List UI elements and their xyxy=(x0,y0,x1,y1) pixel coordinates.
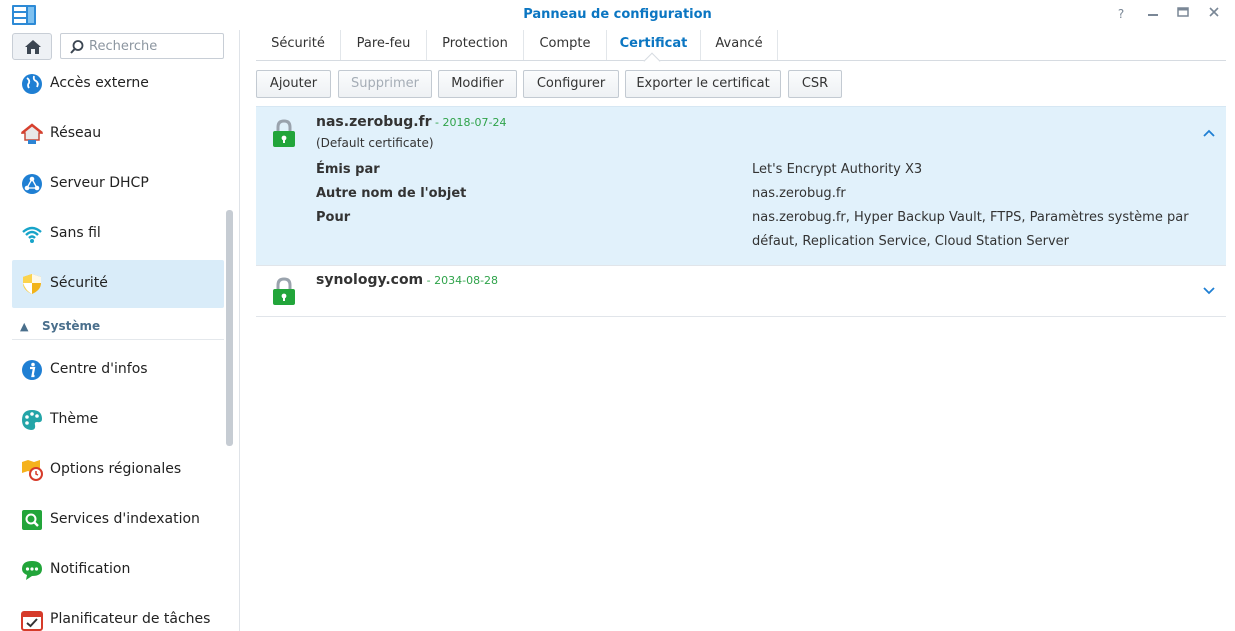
regional-clock-icon xyxy=(22,460,43,481)
sidebar-scrollbar[interactable] xyxy=(226,210,233,446)
export-certificate-button[interactable]: Exporter le certificat xyxy=(625,70,781,98)
sidebar-item-label: Services d'indexation xyxy=(50,511,200,527)
sidebar-item-label: Centre d'infos xyxy=(50,361,148,377)
lock-icon xyxy=(273,119,295,147)
task-scheduler-icon xyxy=(21,611,43,631)
sidebar-item-notification[interactable]: Notification xyxy=(12,546,224,594)
sidebar-item-securite[interactable]: Sécurité xyxy=(12,260,224,308)
modify-button[interactable]: Modifier xyxy=(438,70,517,98)
search-box[interactable] xyxy=(60,33,224,59)
maximize-icon[interactable] xyxy=(1175,6,1191,22)
sidebar-item-centre-infos[interactable]: Centre d'infos xyxy=(12,346,224,394)
chevron-down-icon[interactable] xyxy=(1202,284,1216,298)
collapse-arrow-icon: ▲ xyxy=(20,320,29,333)
sidebar-item-label: Options régionales xyxy=(50,461,182,477)
help-icon[interactable]: ? xyxy=(1113,6,1129,22)
sidebar-item-serveur-dhcp[interactable]: Serveur DHCP xyxy=(12,160,224,208)
lock-icon xyxy=(273,277,295,305)
dhcp-icon xyxy=(22,174,42,194)
sidebar-item-acces-externe[interactable]: Accès externe xyxy=(12,60,224,108)
sidebar-item-options-regionales[interactable]: Options régionales xyxy=(12,446,224,494)
wifi-icon xyxy=(22,226,42,243)
sidebar-item-sans-fil[interactable]: Sans fil xyxy=(12,210,224,258)
minimize-icon[interactable] xyxy=(1145,6,1161,22)
sidebar-group-label: Système xyxy=(42,319,101,333)
tab-compte[interactable]: Compte xyxy=(524,30,607,60)
notification-bubble-icon xyxy=(22,561,42,580)
certificate-name-line: nas.zerobug.fr - 2018-07-24 xyxy=(316,114,506,130)
detail-value-for: nas.zerobug.fr, Hyper Backup Vault, FTPS… xyxy=(752,210,1189,249)
sidebar: Accès externe Réseau Serveur DHCP Sans f… xyxy=(0,30,240,631)
certificate-expiry-date: - 2018-07-24 xyxy=(431,116,507,129)
certificate-name: synology.com xyxy=(316,272,424,288)
sidebar-item-label: Sécurité xyxy=(50,275,108,291)
detail-label-issuer: Émis par xyxy=(316,162,380,177)
sidebar-item-label: Réseau xyxy=(50,125,102,141)
search-input[interactable] xyxy=(89,37,219,55)
tab-pare-feu[interactable]: Pare-feu xyxy=(341,30,427,60)
close-icon[interactable] xyxy=(1206,6,1222,22)
certificate-subtitle: (Default certificate) xyxy=(316,136,434,150)
certificate-item[interactable]: nas.zerobug.fr - 2018-07-24 (Default cer… xyxy=(256,106,1226,266)
sidebar-item-label: Accès externe xyxy=(50,75,149,91)
sidebar-item-label: Notification xyxy=(50,561,131,577)
sidebar-item-label: Sans fil xyxy=(50,225,101,241)
sidebar-group-systeme[interactable]: ▲ Système xyxy=(12,314,224,340)
sidebar-item-reseau[interactable]: Réseau xyxy=(12,110,224,158)
certificate-name-line: synology.com - 2034-08-28 xyxy=(316,272,498,288)
window-title: Panneau de configuration xyxy=(523,7,712,22)
title-bar: Panneau de configuration ? xyxy=(0,0,1235,30)
tab-securite[interactable]: Sécurité xyxy=(256,30,341,60)
sidebar-item-label: Thème xyxy=(50,411,99,427)
csr-button[interactable]: CSR xyxy=(788,70,842,98)
detail-label-san: Autre nom de l'objet xyxy=(316,186,467,201)
certificate-name: nas.zerobug.fr xyxy=(316,114,432,130)
sidebar-item-services-indexation[interactable]: Services d'indexation xyxy=(12,496,224,544)
delete-button[interactable]: Supprimer xyxy=(338,70,432,98)
palette-icon xyxy=(22,410,42,430)
chevron-up-icon[interactable] xyxy=(1202,126,1216,140)
network-house-icon xyxy=(21,123,43,144)
indexing-icon xyxy=(22,510,42,530)
detail-label-for: Pour xyxy=(316,210,351,225)
tab-avance[interactable]: Avancé xyxy=(701,30,778,60)
sidebar-item-label: Planificateur de tâches xyxy=(50,611,211,627)
add-button[interactable]: Ajouter xyxy=(256,70,331,98)
tab-protection[interactable]: Protection xyxy=(427,30,524,60)
info-icon xyxy=(22,360,42,380)
sidebar-item-label: Serveur DHCP xyxy=(50,175,149,191)
home-icon xyxy=(25,40,41,54)
tab-bar: Sécurité Pare-feu Protection Compte Cert… xyxy=(256,30,1226,61)
configure-button[interactable]: Configurer xyxy=(523,70,619,98)
certificate-expiry-date: - 2034-08-28 xyxy=(423,274,499,287)
detail-value-issuer: Let's Encrypt Authority X3 xyxy=(752,162,923,177)
certificate-item[interactable]: synology.com - 2034-08-28 xyxy=(256,266,1226,317)
certificate-list: nas.zerobug.fr - 2018-07-24 (Default cer… xyxy=(256,106,1226,317)
globe-icon xyxy=(22,74,42,94)
shield-icon xyxy=(23,274,41,294)
detail-value-san: nas.zerobug.fr xyxy=(752,186,846,201)
home-button[interactable] xyxy=(12,33,52,60)
search-icon xyxy=(70,40,84,54)
sidebar-item-theme[interactable]: Thème xyxy=(12,396,224,444)
sidebar-item-planificateur-taches[interactable]: Planificateur de tâches xyxy=(12,596,224,631)
